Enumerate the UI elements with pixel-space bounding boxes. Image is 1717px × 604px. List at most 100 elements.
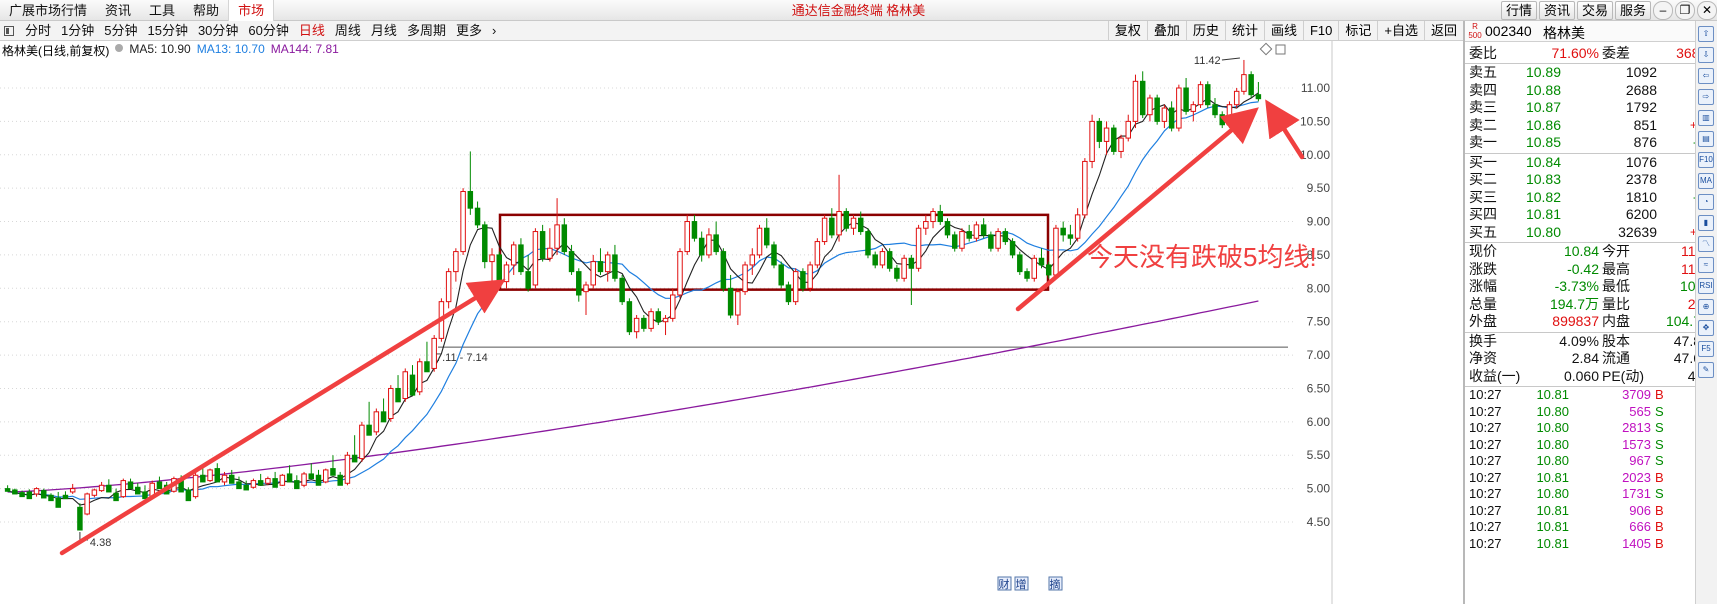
f10-icon[interactable]: F10 — [1698, 152, 1714, 168]
dropdown-icon[interactable] — [115, 44, 124, 52]
period-5min[interactable]: 5分钟 — [99, 21, 142, 41]
candle-body — [655, 311, 662, 323]
bid-label: 买四 — [1469, 206, 1497, 222]
arrow-up-icon[interactable]: ⇧ — [1698, 26, 1714, 42]
history-button[interactable]: 历史 — [1185, 21, 1225, 41]
candle-body — [778, 264, 784, 286]
info-row: 净资2.84流通47.6亿 — [1465, 350, 1717, 367]
adjust-button[interactable]: 复权 — [1107, 21, 1147, 41]
candle-body — [301, 473, 307, 486]
y-tick-label: 5.50 — [1307, 448, 1331, 462]
period-1min[interactable]: 1分钟 — [56, 21, 99, 41]
zoom-icon[interactable]: ⊕ — [1698, 299, 1714, 315]
rsi-icon[interactable]: RSI — [1698, 278, 1714, 294]
chart-icon[interactable]: ▤ — [1698, 131, 1714, 147]
overlay-button[interactable]: 叠加 — [1146, 21, 1186, 41]
y-tick-label: 9.00 — [1307, 215, 1331, 229]
period-intraday[interactable]: 分时 — [20, 21, 56, 41]
draw-button[interactable]: 画线 — [1263, 21, 1303, 41]
candle-body — [26, 491, 33, 500]
move-icon[interactable]: ✥ — [1698, 320, 1714, 336]
candle-body — [1183, 87, 1189, 112]
trade-button[interactable]: 交易 — [1576, 1, 1613, 20]
add-watchlist-button[interactable]: +自选 — [1377, 21, 1424, 41]
f10-button[interactable]: F10 — [1302, 21, 1338, 41]
ma-icon[interactable]: MA — [1698, 173, 1714, 189]
vol-icon[interactable]: ▮ — [1698, 215, 1714, 231]
candle-body — [91, 489, 98, 496]
period-weekly[interactable]: 周线 — [330, 21, 366, 41]
tick-time: 10:27 — [1469, 387, 1502, 402]
candle-body — [1089, 120, 1095, 162]
ask-label: 卖二 — [1469, 116, 1497, 133]
period-daily[interactable]: 日线 — [294, 21, 330, 41]
kdj-icon[interactable]: ≈ — [1698, 257, 1714, 273]
mark-button[interactable]: 标记 — [1338, 21, 1377, 41]
f5-icon[interactable]: F5 — [1698, 341, 1714, 357]
info-row: 收益(一)0.060PE(动)47.0 — [1465, 368, 1717, 385]
chevron-right-icon[interactable]: › — [487, 21, 501, 41]
restore-icon[interactable]: ❐ — [1675, 1, 1695, 20]
candle-body — [460, 190, 466, 253]
candle-body — [1125, 120, 1131, 139]
tick-price: 10.81 — [1536, 502, 1569, 518]
arrow-right-icon[interactable]: ⇨ — [1698, 89, 1714, 105]
stat-value: -0.42 — [1567, 260, 1599, 277]
macd-icon[interactable]: 〽 — [1698, 236, 1714, 252]
back-button[interactable]: 返回 — [1423, 21, 1463, 41]
ask-volume: 1092 — [1625, 64, 1657, 80]
ask-row: 卖四10.882688-1 — [1465, 82, 1717, 99]
tick-side: B — [1655, 535, 1664, 551]
ask-volume: 876 — [1633, 134, 1657, 150]
trade-tick-row: 10:2710.80565S55 — [1465, 404, 1717, 421]
annotation-text: 今天没有跌破5均线! — [1087, 242, 1317, 272]
candle-body — [612, 254, 618, 279]
period-60min[interactable]: 60分钟 — [243, 21, 293, 41]
candle-body — [633, 317, 640, 333]
news-button[interactable]: 资讯 — [1538, 1, 1575, 20]
candle-body — [388, 387, 394, 420]
y-tick-label: 10.50 — [1300, 114, 1330, 128]
candle-body — [359, 424, 365, 460]
close-icon[interactable]: ✕ — [1697, 1, 1717, 20]
service-button[interactable]: 服务 — [1614, 1, 1651, 20]
period-15min[interactable]: 15分钟 — [142, 21, 192, 41]
period-monthly[interactable]: 月线 — [366, 21, 402, 41]
quotes-button[interactable]: 行情 — [1500, 1, 1537, 20]
tick-time: 10:27 — [1469, 519, 1502, 534]
kline-svg[interactable]: 11.0010.5010.009.509.008.508.007.507.006… — [0, 41, 1334, 604]
stat-value: 899837 — [1552, 313, 1599, 329]
panel-toggle-icon[interactable] — [4, 25, 14, 36]
candle-body — [308, 473, 315, 480]
arrow-down-icon[interactable]: ⇩ — [1698, 47, 1714, 63]
bid-price: 10.82 — [1525, 188, 1561, 205]
candle-body — [1161, 107, 1168, 122]
kline-icon[interactable]: ▥ — [1698, 110, 1714, 126]
period-more[interactable]: 更多 — [451, 21, 487, 41]
bid-label: 买二 — [1469, 171, 1497, 187]
menu-market-quotes[interactable]: 广展市场行情 — [0, 0, 96, 21]
candle-body — [1118, 137, 1124, 152]
period-multi[interactable]: 多周期 — [402, 21, 451, 41]
cyc-icon[interactable]: ◔ — [1698, 194, 1714, 210]
title-bar: 广展市场行情 资讯 工具 帮助 市场 通达信金融终端 格林美 行情 资讯 交易 … — [0, 0, 1717, 21]
candle-body — [315, 474, 322, 486]
kline-chart[interactable]: 11.00 10.50 10.00 9.50 9.00 8.50 8.00 7.50 7.00 6… — [0, 41, 1463, 604]
tool-icon[interactable]: ✎ — [1698, 362, 1714, 378]
menu-news[interactable]: 资讯 — [96, 0, 140, 21]
candle-body — [41, 490, 47, 499]
tick-volume: 1731 — [1622, 486, 1651, 501]
bid-row: 买二10.832378+29 — [1465, 171, 1717, 188]
trend-arrow — [59, 279, 506, 556]
period-30min[interactable]: 30分钟 — [193, 21, 243, 41]
arrow-left-icon[interactable]: ⇦ — [1698, 68, 1714, 84]
menu-tools[interactable]: 工具 — [140, 0, 184, 21]
candle-body — [445, 271, 452, 303]
trade-tick-row: 10:2710.801731S113 — [1465, 486, 1717, 503]
stats-button[interactable]: 统计 — [1224, 21, 1264, 41]
chart-tools: 复权 叠加 历史 统计 画线 F10 标记 +自选 返回 — [1107, 21, 1463, 41]
menu-help[interactable]: 帮助 — [184, 0, 228, 21]
minimize-icon[interactable]: – — [1653, 1, 1673, 20]
candle-body — [337, 474, 343, 486]
menu-market-tab[interactable]: 市场 — [228, 0, 275, 21]
